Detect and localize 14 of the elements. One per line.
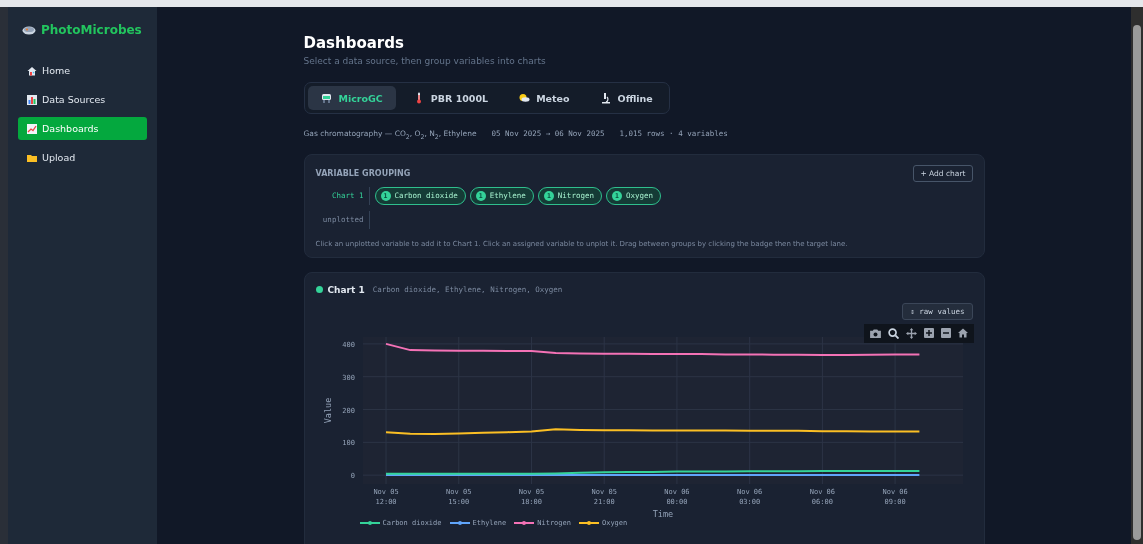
page-title: Dashboards [303,34,405,52]
page-subtitle: Select a data source, then group variables into charts [303,56,547,66]
y-axis-title: Value [322,397,333,423]
source-tab[interactable]: PBR 1000L [399,86,502,110]
sidebar-item[interactable]: Data Sources [18,88,147,111]
source-tab[interactable]: Offline [586,86,666,110]
x-axis-title: Time [652,508,673,519]
source-tab[interactable]: Meteo [505,86,583,110]
section-title: VARIABLE GROUPING [315,168,411,178]
sidebar-item[interactable]: Upload [18,146,147,169]
sidebar-item[interactable]: Home [18,59,147,82]
source-tab[interactable]: MicroGC [307,86,396,110]
chart-title: Chart 1 [327,284,365,295]
app-name: PhotoMicrobes [41,23,142,37]
